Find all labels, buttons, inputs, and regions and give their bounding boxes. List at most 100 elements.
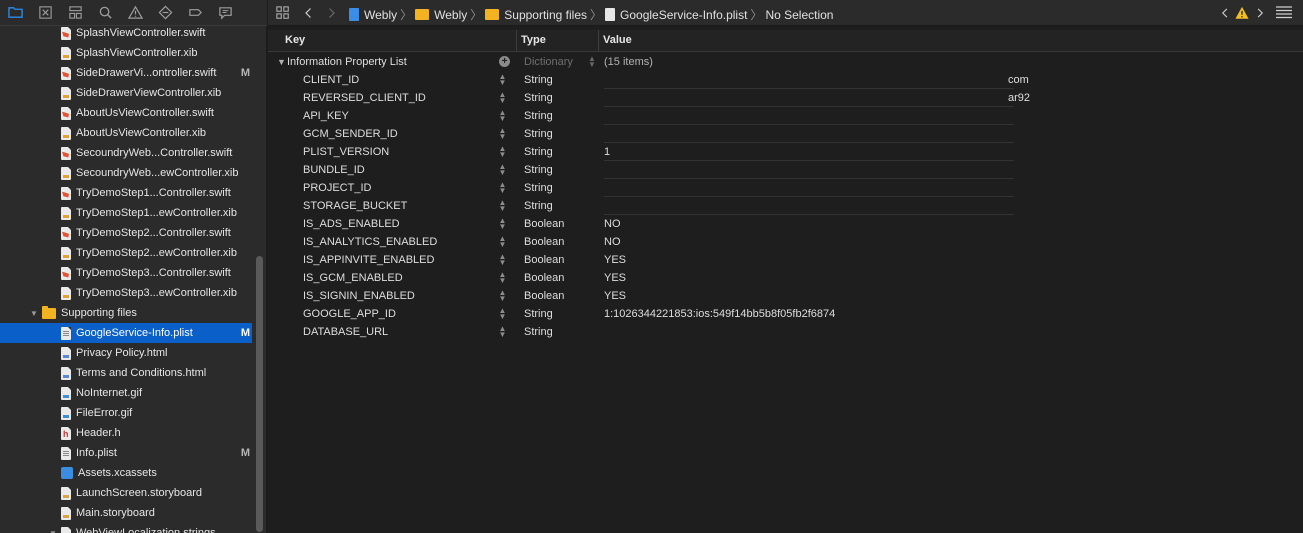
editor-options-lines-icon[interactable]	[1275, 6, 1293, 20]
plist-type[interactable]: String	[524, 74, 553, 86]
plist-row[interactable]: GCM_SENDER_ID ▲ ▼ String	[268, 125, 1303, 143]
type-stepper-icon[interactable]: ▲ ▼	[498, 253, 507, 267]
column-header-value[interactable]: Value	[603, 34, 632, 46]
plist-key[interactable]: IS_ANALYTICS_ENABLED	[303, 236, 437, 248]
type-stepper-icon[interactable]: ▲ ▼	[498, 235, 507, 249]
column-divider[interactable]	[516, 30, 517, 52]
plist-row[interactable]: STORAGE_BUCKET ▲ ▼ String	[268, 197, 1303, 215]
type-stepper-icon[interactable]: ▲ ▼	[498, 127, 507, 141]
plist-type[interactable]: String	[524, 200, 553, 212]
column-header-key[interactable]: Key	[285, 34, 305, 46]
navigator-scrollbar[interactable]	[256, 256, 263, 532]
plist-type[interactable]: String	[524, 308, 553, 320]
navigator-file-row[interactable]: SplashViewController.swift	[0, 23, 252, 43]
breadcrumb-selection[interactable]: No Selection	[765, 8, 833, 22]
forward-chevron-icon[interactable]	[324, 5, 338, 21]
navigator-file-row[interactable]: LaunchScreen.storyboard	[0, 483, 252, 503]
plist-type[interactable]: Boolean	[524, 272, 564, 284]
navigator-file-row[interactable]: SideDrawerVi...ontroller.swift M	[0, 63, 252, 83]
related-items-grid-icon[interactable]	[275, 5, 291, 21]
plist-value[interactable]: NO	[604, 218, 621, 230]
type-stepper-icon[interactable]: ▲ ▼	[498, 181, 507, 195]
plist-row[interactable]: IS_GCM_ENABLED ▲ ▼ Boolean YES	[268, 269, 1303, 287]
navigator-file-row[interactable]: SecoundryWeb...Controller.swift	[0, 143, 252, 163]
navigator-file-row[interactable]: TryDemoStep2...Controller.swift	[0, 223, 252, 243]
type-stepper-icon[interactable]: ▲ ▼	[498, 109, 507, 123]
type-stepper-icon[interactable]: ▲ ▼	[498, 325, 507, 339]
column-divider[interactable]	[598, 30, 599, 52]
navigator-file-row[interactable]: FileError.gif	[0, 403, 252, 423]
plist-value[interactable]: 1	[604, 146, 610, 158]
navigator-file-row[interactable]: TryDemoStep1...ewController.xib	[0, 203, 252, 223]
breakpoint-icon[interactable]	[184, 3, 207, 23]
type-stepper-icon[interactable]: ▲ ▼	[498, 289, 507, 303]
source-control-icon[interactable]	[34, 3, 57, 23]
plist-value[interactable]: NO	[604, 236, 621, 248]
plist-row[interactable]: GOOGLE_APP_ID ▲ ▼ String 1:1026344221853:ios…	[268, 305, 1303, 323]
type-stepper-icon[interactable]: ▲ ▼	[498, 307, 507, 321]
warning-icon[interactable]	[124, 3, 147, 23]
navigator-file-row[interactable]: NoInternet.gif	[0, 383, 252, 403]
plist-value[interactable]: 1:1026344221853:ios:549f14bb5b8f05fb2f68…	[604, 308, 835, 320]
plist-key[interactable]: PLIST_VERSION	[303, 146, 389, 158]
type-stepper-icon[interactable]: ▲ ▼	[498, 91, 507, 105]
add-item-icon[interactable]: +	[499, 56, 510, 67]
plist-value[interactable]: YES	[604, 272, 626, 284]
plist-row[interactable]: DATABASE_URL ▲ ▼ String	[268, 323, 1303, 341]
plist-row[interactable]: PROJECT_ID ▲ ▼ String	[268, 179, 1303, 197]
navigator-file-row[interactable]: Privacy Policy.html	[0, 343, 252, 363]
plist-key[interactable]: STORAGE_BUCKET	[303, 200, 407, 212]
plist-row[interactable]: IS_APPINVITE_ENABLED ▲ ▼ Boolean YES	[268, 251, 1303, 269]
plist-type[interactable]: String	[524, 326, 553, 338]
hierarchy-icon[interactable]	[64, 3, 87, 23]
navigator-file-row[interactable]: Main.storyboard	[0, 503, 252, 523]
navigator-file-row[interactable]: Info.plist M	[0, 443, 252, 463]
plist-key[interactable]: REVERSED_CLIENT_ID	[303, 92, 426, 104]
warning-icon[interactable]	[1234, 5, 1249, 20]
plist-type[interactable]: Boolean	[524, 254, 564, 266]
plist-key[interactable]: GOOGLE_APP_ID	[303, 308, 396, 320]
plist-row[interactable]: CLIENT_ID ▲ ▼ String com	[268, 71, 1303, 89]
type-stepper-icon[interactable]: ▲ ▼	[498, 163, 507, 177]
navigator-file-row[interactable]: AboutUsViewController.swift	[0, 103, 252, 123]
plist-row[interactable]: BUNDLE_ID ▲ ▼ String	[268, 161, 1303, 179]
back-chevron-icon[interactable]	[302, 5, 316, 21]
navigator-file-row[interactable]: SecoundryWeb...ewController.xib	[0, 163, 252, 183]
navigator-folder-row[interactable]: ▼ Supporting files	[0, 303, 252, 323]
navigator-file-row[interactable]: SplashViewController.xib	[0, 43, 252, 63]
plist-row[interactable]: IS_ADS_ENABLED ▲ ▼ Boolean NO	[268, 215, 1303, 233]
plist-type[interactable]: String	[524, 164, 553, 176]
disclosure-triangle-icon[interactable]: ▼	[277, 57, 286, 67]
navigator-file-row[interactable]: TryDemoStep1...Controller.swift	[0, 183, 252, 203]
navigator-file-row[interactable]: TryDemoStep3...ewController.xib	[0, 283, 252, 303]
previous-issue-chevron-icon[interactable]	[1219, 5, 1231, 21]
plist-key[interactable]: DATABASE_URL	[303, 326, 388, 338]
navigator-file-row[interactable]: AboutUsViewController.xib	[0, 123, 252, 143]
type-stepper-icon[interactable]: ▲ ▼	[498, 271, 507, 285]
navigator-file-row[interactable]: h Header.h	[0, 423, 252, 443]
search-icon[interactable]	[94, 3, 117, 23]
plist-type[interactable]: Boolean	[524, 236, 564, 248]
plist-type[interactable]: String	[524, 182, 553, 194]
type-stepper-icon[interactable]: ▲ ▼	[498, 145, 507, 159]
navigator-file-row[interactable]: ▼ WebViewLocalization.strings	[0, 523, 252, 533]
navigator-file-row[interactable]: Assets.xcassets	[0, 463, 252, 483]
next-issue-chevron-icon[interactable]	[1253, 5, 1265, 21]
plist-key[interactable]: BUNDLE_ID	[303, 164, 365, 176]
type-stepper-icon[interactable]: ▲ ▼	[498, 73, 507, 87]
plist-value[interactable]: YES	[604, 254, 626, 266]
report-icon[interactable]	[214, 3, 237, 23]
breadcrumb-file[interactable]: GoogleService-Info.plist	[620, 8, 747, 22]
test-diamond-icon[interactable]	[154, 3, 177, 23]
plist-row[interactable]: IS_SIGNIN_ENABLED ▲ ▼ Boolean YES	[268, 287, 1303, 305]
plist-type[interactable]: String	[524, 110, 553, 122]
plist-type[interactable]: Boolean	[524, 290, 564, 302]
plist-root-row[interactable]: ▼ Information Property List + Dictionary…	[268, 53, 1303, 71]
breadcrumb-folder[interactable]: Supporting files	[504, 8, 587, 22]
plist-key[interactable]: CLIENT_ID	[303, 74, 359, 86]
plist-row[interactable]: IS_ANALYTICS_ENABLED ▲ ▼ Boolean NO	[268, 233, 1303, 251]
plist-key[interactable]: IS_ADS_ENABLED	[303, 218, 400, 230]
column-header-type[interactable]: Type	[521, 34, 546, 46]
breadcrumb-group[interactable]: Webly	[434, 8, 467, 22]
navigator-file-row[interactable]: TryDemoStep2...ewController.xib	[0, 243, 252, 263]
